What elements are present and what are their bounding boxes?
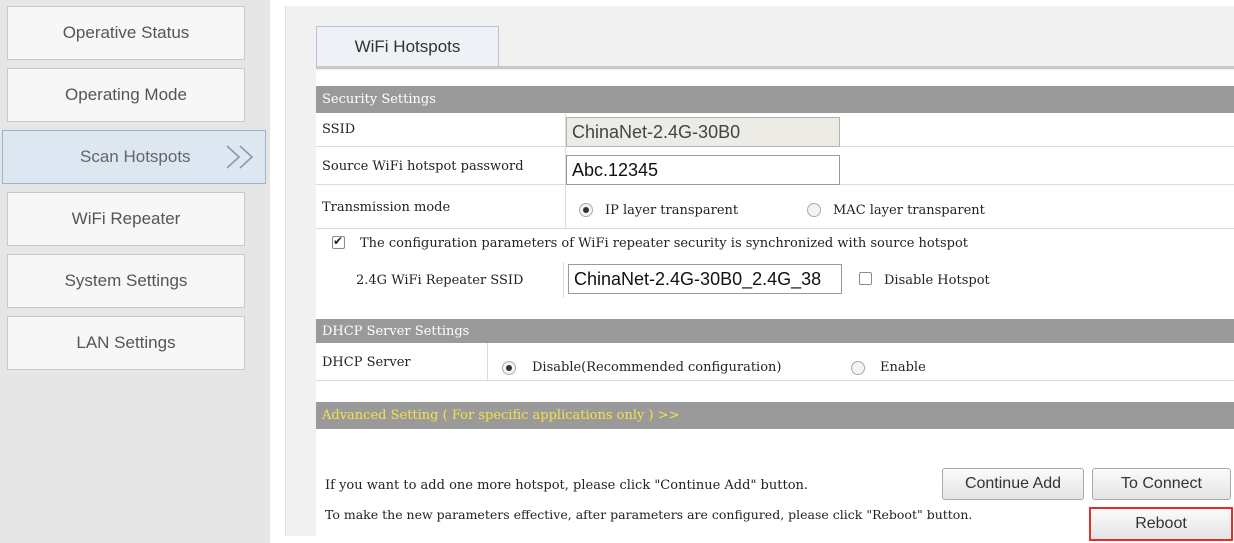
password-label: Source WiFi hotspot password — [322, 159, 524, 174]
dhcp-server-label: DHCP Server — [322, 355, 411, 370]
sidebar-item-label: System Settings — [64, 271, 188, 290]
sidebar-item-label: Scan Hotspots — [80, 147, 191, 166]
sync-config-label: The configuration parameters of WiFi rep… — [360, 236, 969, 251]
section-title: Security Settings — [322, 92, 436, 107]
ssid-label: SSID — [322, 122, 356, 137]
dhcp-settings-header: DHCP Server Settings — [316, 319, 1234, 343]
repeater-ssid-field[interactable]: ChinaNet-2.4G-30B0_2.4G_38 — [568, 264, 842, 294]
mac-transparent-radio[interactable] — [807, 203, 821, 217]
reboot-button[interactable]: Reboot — [1089, 507, 1233, 541]
password-field[interactable]: Abc.12345 — [566, 155, 840, 185]
reboot-instruction: To make the new parameters effective, af… — [325, 507, 973, 522]
sidebar-item-operative-status[interactable]: Operative Status — [7, 6, 245, 60]
sidebar-item-label: Operative Status — [62, 23, 190, 42]
security-settings-header: Security Settings — [316, 86, 1234, 113]
column-divider — [565, 185, 566, 229]
dhcp-disable-radio[interactable] — [502, 361, 516, 375]
continue-add-button[interactable]: Continue Add — [942, 468, 1084, 500]
sidebar-item-lan-settings[interactable]: LAN Settings — [7, 316, 245, 370]
sidebar-item-system-settings[interactable]: System Settings — [7, 254, 245, 308]
ip-transparent-radio[interactable] — [579, 203, 593, 217]
section-title: DHCP Server Settings — [322, 323, 470, 339]
tab-divider — [316, 66, 1234, 69]
ip-transparent-label: IP layer transparent — [605, 203, 739, 218]
dhcp-enable-label: Enable — [880, 360, 926, 375]
dhcp-disable-label: Disable(Recommended configuration) — [532, 360, 782, 375]
sidebar-item-wifi-repeater[interactable]: WiFi Repeater — [7, 192, 245, 246]
transmission-label: Transmission mode — [322, 200, 451, 215]
double-chevron-right-icon — [226, 145, 254, 169]
disable-hotspot-label: Disable Hotspot — [884, 273, 990, 288]
sidebar-item-operating-mode[interactable]: Operating Mode — [7, 68, 245, 122]
sidebar-item-label: WiFi Repeater — [71, 209, 181, 228]
sync-config-checkbox[interactable] — [332, 234, 345, 249]
column-divider — [563, 262, 564, 298]
column-divider — [487, 343, 488, 381]
tab-label: WiFi Hotspots — [354, 37, 461, 56]
to-connect-button[interactable]: To Connect — [1092, 468, 1231, 500]
transmission-row: Transmission mode — [316, 185, 1234, 229]
disable-hotspot-checkbox[interactable] — [859, 272, 872, 285]
advanced-setting-link[interactable]: Advanced Setting ( For specific applicat… — [316, 402, 1234, 429]
dhcp-enable-radio[interactable] — [851, 361, 865, 375]
sidebar-item-label: Operating Mode — [65, 85, 187, 104]
repeater-ssid-label: 2.4G WiFi Repeater SSID — [356, 273, 524, 288]
mac-transparent-label: MAC layer transparent — [833, 203, 985, 218]
sidebar-item-scan-hotspots[interactable]: Scan Hotspots — [2, 130, 266, 184]
ssid-field[interactable]: ChinaNet-2.4G-30B0 — [566, 117, 840, 147]
advanced-setting-label: Advanced Setting ( For specific applicat… — [322, 408, 680, 423]
tab-wifi-hotspots[interactable]: WiFi Hotspots — [316, 26, 499, 67]
continue-add-instruction: If you want to add one more hotspot, ple… — [325, 478, 809, 493]
sidebar-item-label: LAN Settings — [76, 333, 176, 352]
